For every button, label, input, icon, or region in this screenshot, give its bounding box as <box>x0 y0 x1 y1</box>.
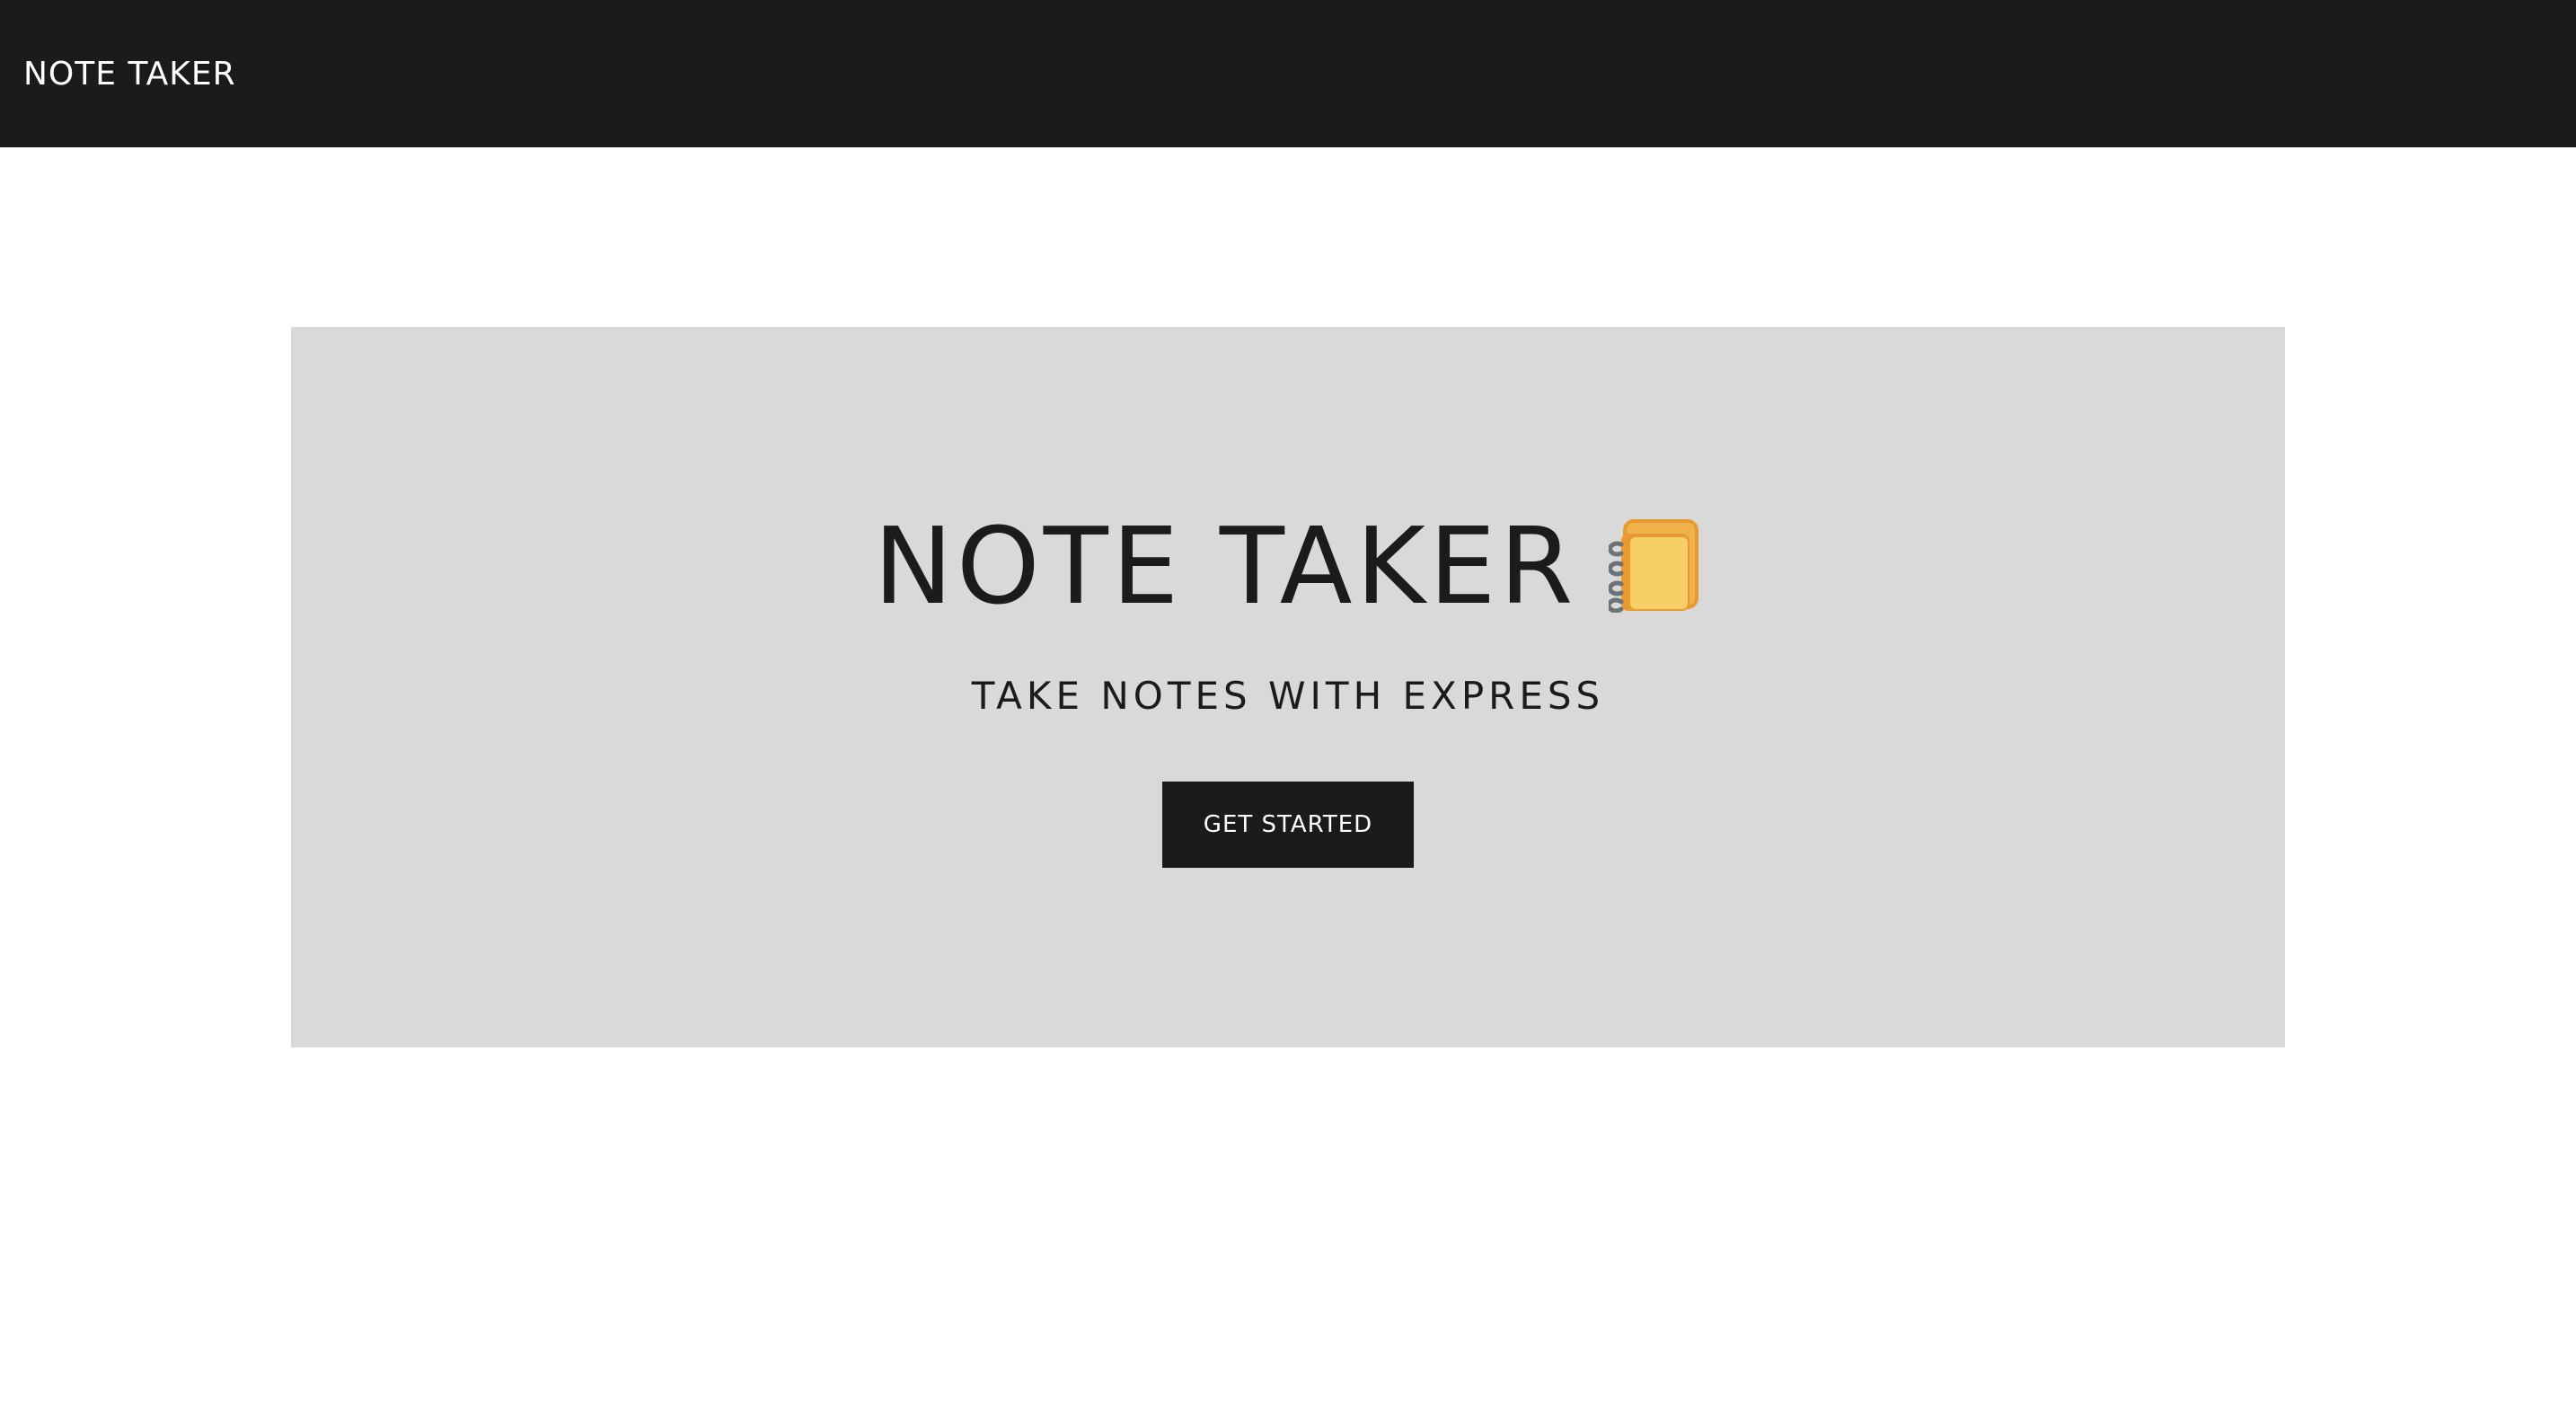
hero-jumbotron: NOTE TAKER TAKE NOTES WITH EXPRESS GET S… <box>291 327 2285 1047</box>
hero-title-row: NOTE TAKER <box>291 503 2285 629</box>
get-started-button[interactable]: GET STARTED <box>1162 782 1414 868</box>
top-navbar: NOTE TAKER <box>0 0 2576 147</box>
navbar-brand-link[interactable]: NOTE TAKER <box>23 56 236 93</box>
hero-title: NOTE TAKER <box>873 504 1577 628</box>
hero-subtitle: TAKE NOTES WITH EXPRESS <box>971 674 1605 718</box>
notebook-icon <box>1607 519 1702 614</box>
